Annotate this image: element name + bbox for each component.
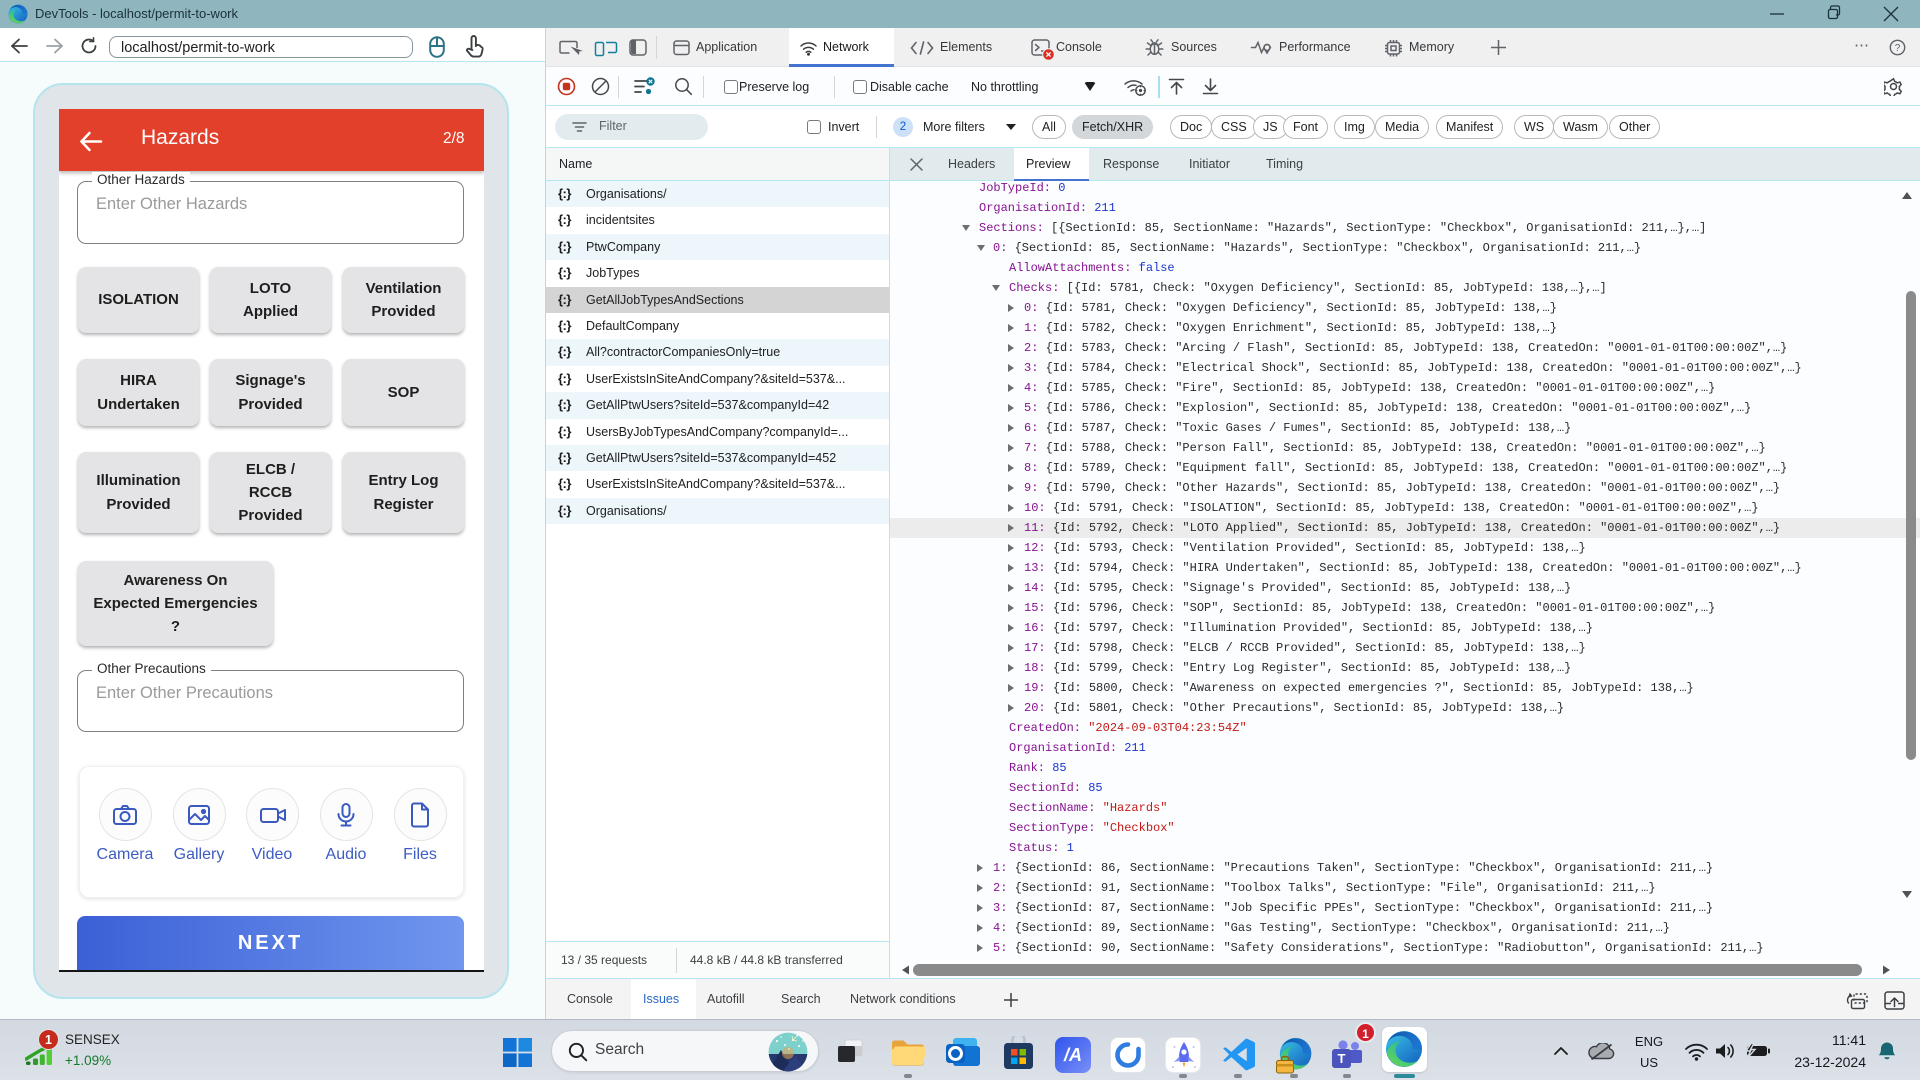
svg-text:?: ?	[1895, 43, 1901, 54]
svg-text:T: T	[1338, 1051, 1346, 1066]
